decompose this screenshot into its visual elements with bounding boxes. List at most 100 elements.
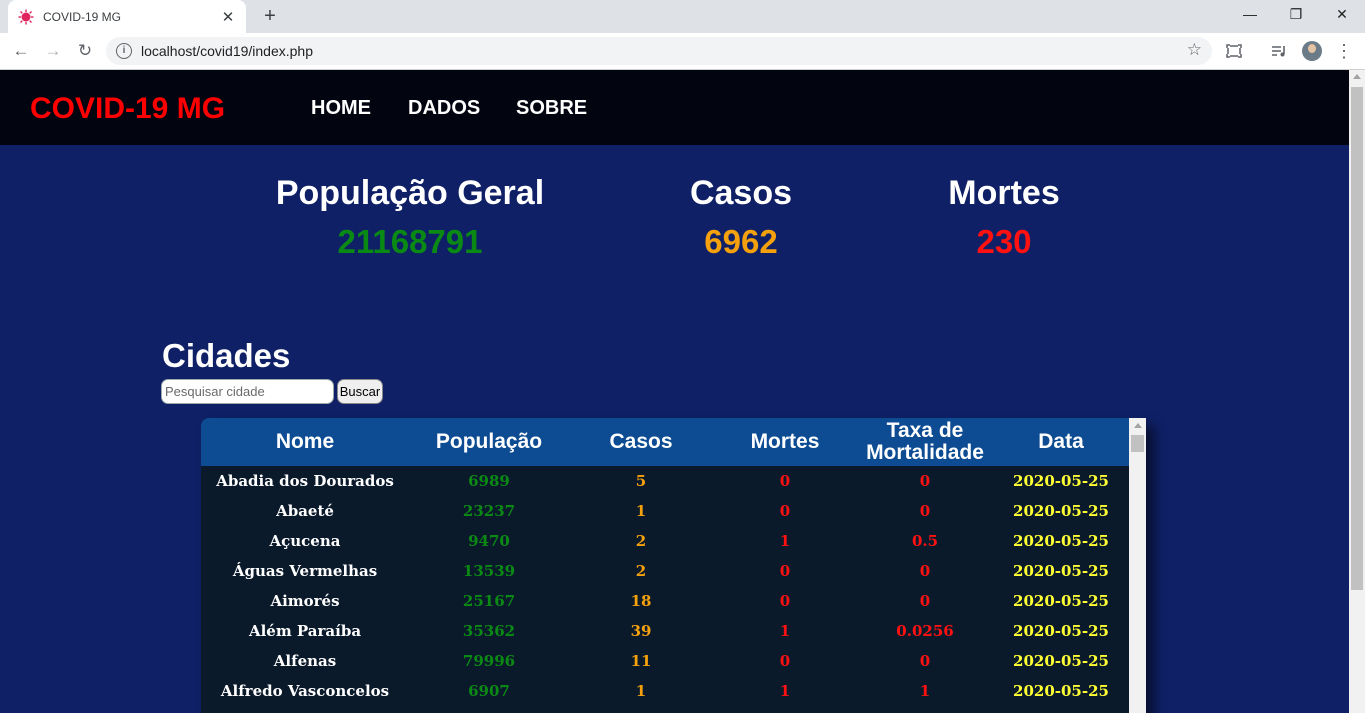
cell-populacao: 6907	[468, 682, 510, 700]
cell-data: 2020-05-25	[1013, 652, 1109, 670]
page-scroll-up-icon[interactable]	[1353, 74, 1361, 79]
cell-populacao: 79996	[462, 652, 516, 670]
window-maximize-button[interactable]: ❐	[1273, 0, 1319, 33]
table-row: Abaeté 23237 1 0 0 2020-05-25	[201, 496, 1129, 526]
cell-casos: 18	[630, 592, 652, 610]
header-populacao: População	[435, 430, 543, 453]
window-minimize-button[interactable]: —	[1227, 0, 1273, 33]
cell-nome: Abaeté	[276, 502, 334, 520]
media-queue-icon[interactable]	[1266, 38, 1292, 64]
nav-link-sobre[interactable]: SOBRE	[516, 97, 587, 120]
back-arrow-icon[interactable]: ←	[8, 38, 34, 64]
tab-close-icon[interactable]: ✕	[220, 8, 236, 26]
table-row: Abadia dos Dourados 6989 5 0 0 2020-05-25	[201, 466, 1129, 496]
table-row: Além Paraíba 35362 39 1 0.0256 2020-05-25	[201, 616, 1129, 646]
window-close-button[interactable]: ✕	[1319, 0, 1365, 33]
table-scroll-up-icon[interactable]	[1134, 423, 1142, 428]
cell-data: 2020-05-25	[1013, 502, 1109, 520]
site-info-icon[interactable]: i	[116, 43, 132, 59]
table-scroll-thumb[interactable]	[1131, 435, 1144, 452]
table-row: Aimorés 25167 18 0 0 2020-05-25	[201, 586, 1129, 616]
cell-data: 2020-05-25	[1013, 472, 1109, 490]
virus-favicon-icon	[18, 9, 34, 24]
cell-data: 2020-05-25	[1013, 592, 1109, 610]
address-url[interactable]: localhost/covid19/index.php	[141, 43, 313, 59]
header-data: Data	[1038, 430, 1084, 453]
table-row: Alfredo Vasconcelos 6907 1 1 1 2020-05-25	[201, 676, 1129, 706]
site-navbar: COVID-19 MG HOME DADOS SOBRE	[0, 70, 1349, 145]
reload-icon[interactable]: ↻	[72, 38, 98, 64]
table-header: Nome População Casos Mortes Taxa de Mort…	[201, 418, 1129, 466]
mortes-value: 230	[976, 223, 1032, 260]
bookmark-star-icon[interactable]: ☆	[1187, 40, 1202, 60]
page-scrollbar[interactable]	[1349, 70, 1365, 713]
cell-casos: 5	[635, 472, 647, 490]
table-scrollbar[interactable]	[1129, 418, 1146, 713]
cell-populacao: 25167	[462, 592, 516, 610]
cell-taxa: 0.0256	[896, 622, 954, 640]
casos-value: 6962	[704, 223, 778, 260]
more-menu-icon[interactable]: ⋮	[1331, 38, 1357, 64]
cell-data: 2020-05-25	[1013, 562, 1109, 580]
cell-data: 2020-05-25	[1013, 532, 1109, 550]
cell-mortes: 1	[779, 622, 791, 640]
cell-nome: Alfenas	[273, 652, 337, 670]
cell-mortes: 0	[779, 472, 791, 490]
cities-table: Nome População Casos Mortes Taxa de Mort…	[201, 418, 1146, 713]
table-body: Abadia dos Dourados 6989 5 0 0 2020-05-25 Abae…	[201, 466, 1129, 706]
cell-nome: Águas Vermelhas	[232, 562, 378, 580]
cell-casos: 39	[630, 622, 652, 640]
cell-data: 2020-05-25	[1013, 682, 1109, 700]
cell-mortes: 0	[779, 502, 791, 520]
screen-capture-icon[interactable]	[1221, 38, 1247, 64]
populacao-value: 21168791	[337, 223, 483, 260]
nav-link-home[interactable]: HOME	[311, 97, 371, 120]
cell-taxa: 0	[919, 472, 931, 490]
cidades-title: Cidades	[162, 337, 291, 374]
table-row: Águas Vermelhas 13539 2 0 0 2020-05-25	[201, 556, 1129, 586]
cell-populacao: 35362	[462, 622, 516, 640]
cell-taxa: 0	[919, 652, 931, 670]
cell-taxa: 0.5	[911, 532, 939, 550]
cell-nome: Aimorés	[270, 592, 340, 610]
header-casos: Casos	[609, 430, 673, 453]
cell-nome: Alfredo Vasconcelos	[220, 682, 390, 700]
search-button[interactable]: Buscar	[337, 379, 383, 404]
header-taxa: Taxa de Mortalidade	[857, 418, 993, 466]
nav-link-dados[interactable]: DADOS	[408, 97, 480, 120]
browser-tab[interactable]: COVID-19 MG ✕	[8, 0, 246, 33]
address-bar[interactable]: i localhost/covid19/index.php ☆	[106, 37, 1212, 65]
cell-taxa: 0	[919, 592, 931, 610]
forward-arrow-icon[interactable]: →	[40, 38, 66, 64]
cell-mortes: 0	[779, 592, 791, 610]
cell-casos: 1	[635, 502, 647, 520]
cell-nome: Açucena	[269, 532, 341, 550]
tab-title: COVID-19 MG	[43, 9, 122, 24]
cell-taxa: 0	[919, 562, 931, 580]
cell-populacao: 23237	[462, 502, 516, 520]
cell-populacao: 6989	[468, 472, 510, 490]
cell-casos: 2	[635, 532, 647, 550]
cell-nome: Além Paraíba	[248, 622, 362, 640]
cell-casos: 2	[635, 562, 647, 580]
new-tab-button[interactable]: +	[258, 4, 282, 28]
casos-label: Casos	[689, 174, 793, 212]
header-taxa-line1: Taxa de	[886, 419, 964, 442]
header-mortes: Mortes	[750, 430, 820, 453]
cell-populacao: 9470	[468, 532, 510, 550]
cell-mortes: 1	[779, 532, 791, 550]
cell-mortes: 0	[779, 652, 791, 670]
table-row: Alfenas 79996 11 0 0 2020-05-25	[201, 646, 1129, 676]
cell-nome: Abadia dos Dourados	[216, 472, 394, 490]
cell-mortes: 1	[779, 682, 791, 700]
cell-data: 2020-05-25	[1013, 622, 1109, 640]
profile-avatar[interactable]	[1302, 41, 1322, 61]
page-scroll-thumb[interactable]	[1351, 87, 1363, 590]
site-brand[interactable]: COVID-19 MG	[30, 92, 225, 126]
table-row: Açucena 9470 2 1 0.5 2020-05-25	[201, 526, 1129, 556]
cell-taxa: 1	[919, 682, 931, 700]
search-city-input[interactable]	[161, 379, 334, 404]
browser-tab-bar: COVID-19 MG ✕ + — ❐ ✕	[0, 0, 1365, 33]
header-taxa-line2: Mortalidade	[866, 441, 984, 464]
cell-casos: 1	[635, 682, 647, 700]
